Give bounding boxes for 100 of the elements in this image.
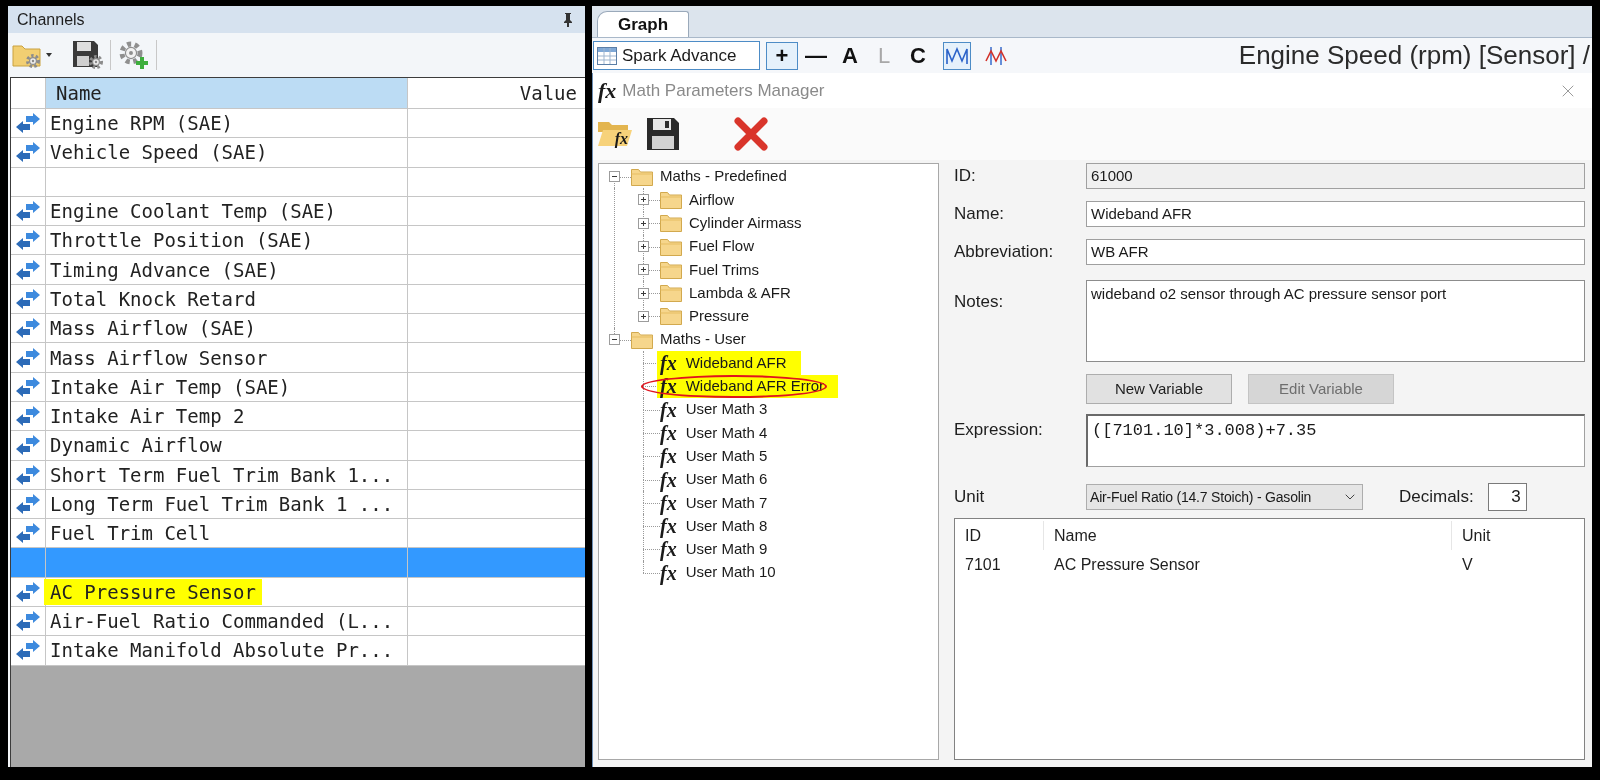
channel-name: Intake Manifold Absolute Pr... [50, 638, 394, 664]
tree-item[interactable]: Cylinder Airmass [689, 212, 802, 235]
variable-button[interactable]: New Variable [1086, 374, 1232, 404]
tree-item[interactable]: User Math 9 [678, 537, 782, 562]
tree-item[interactable]: User Math 10 [678, 561, 790, 585]
tree-item[interactable]: Airflow [689, 188, 734, 212]
left-right-arrows-icon [16, 230, 40, 251]
channel-name: Short Term Fuel Trim Bank 1... [50, 462, 394, 488]
function-glyph: fx [659, 515, 678, 538]
field-label: ID: [954, 165, 976, 188]
channel-name: Vehicle Speed (SAE) [50, 140, 268, 166]
folder-icon [660, 284, 682, 303]
function-glyph: fx [614, 131, 628, 147]
minus-box-icon[interactable] [608, 171, 620, 183]
function-glyph: fx [659, 421, 678, 445]
channel-row[interactable]: Timing Advance (SAE) [11, 255, 585, 285]
channel-row[interactable]: Throttle Position (SAE) [11, 226, 585, 256]
text-field[interactable]: WB AFR [1086, 239, 1585, 265]
text-field[interactable]: 61000 [1086, 163, 1585, 189]
column-header[interactable]: Name [46, 78, 408, 108]
channel-row[interactable]: Air-Fuel Ratio Commanded (L... [11, 607, 585, 637]
channel-row[interactable]: Engine RPM (SAE) [11, 109, 585, 139]
tree-item[interactable]: Pressure [689, 305, 750, 328]
channel-row[interactable]: AC Pressure Sensor [11, 577, 585, 608]
tree-item[interactable]: Maths - User [660, 328, 746, 351]
tree-item[interactable]: User Math 4 [678, 421, 782, 445]
channel-row[interactable]: Short Term Fuel Trim Bank 1... [11, 460, 585, 490]
channel-row[interactable]: Dynamic Airflow [11, 431, 585, 461]
plus-box-icon[interactable] [637, 194, 649, 206]
channel-row[interactable]: Intake Air Temp 2 [11, 401, 585, 432]
toolbar-button[interactable]: + [766, 41, 798, 70]
decimals-field[interactable]: 3 [1487, 483, 1527, 511]
left-right-arrows-icon [16, 523, 40, 544]
left-right-arrows-icon [16, 581, 40, 602]
delete-button[interactable] [733, 117, 768, 151]
function-glyph: fx [659, 468, 678, 492]
toolbar-button[interactable]: C [902, 41, 934, 70]
channel-row[interactable]: Intake Air Temp (SAE) [11, 372, 585, 402]
toolbar-button[interactable]: A [834, 41, 866, 70]
x-mark-icon [733, 117, 768, 151]
tree-item[interactable]: User Math 7 [678, 491, 782, 515]
minus-box-icon[interactable] [608, 334, 620, 346]
chart-mode-button[interactable] [943, 41, 971, 70]
tree-item[interactable]: Fuel Flow [689, 235, 755, 258]
channel-row[interactable]: Intake Manifold Absolute Pr... [11, 636, 585, 666]
folder-icon [597, 119, 633, 147]
channel-name: Mass Airflow (SAE) [50, 316, 256, 342]
channel-row[interactable]: Vehicle Speed (SAE) [11, 138, 585, 168]
plus-box-icon[interactable] [637, 310, 649, 322]
left-right-arrows-icon [16, 464, 40, 485]
channel-name: AC Pressure Sensor [44, 578, 262, 605]
open-button[interactable]: fx [597, 117, 633, 151]
column-header[interactable]: Unit [1452, 523, 1491, 548]
channel-row[interactable]: Total Knock Retard [11, 284, 585, 315]
function-glyph: fx [659, 398, 678, 422]
tree-item[interactable]: User Math 6 [678, 467, 782, 492]
notes-field[interactable]: wideband o2 sensor through AC pressure sensor port [1086, 280, 1585, 362]
channel-row[interactable]: Long Term Fuel Trim Bank 1 ... [11, 489, 585, 520]
plus-box-icon[interactable] [637, 217, 649, 229]
field-label: Name: [954, 203, 1005, 226]
field-label: Notes: [954, 291, 1004, 313]
axis-title: Engine Speed (rpm) [Sensor] / [1238, 39, 1590, 72]
left-right-arrows-icon [16, 259, 40, 280]
field-label: Expression: [954, 419, 1043, 441]
table-cell-text: V [1461, 554, 1473, 575]
pin-icon[interactable] [563, 12, 573, 27]
left-right-arrows-icon [16, 376, 40, 397]
plus-box-icon[interactable] [637, 287, 649, 299]
expression-field[interactable]: ([7101.10]*3.008)+7.35 [1086, 414, 1585, 467]
text-field[interactable]: Wideband AFR [1086, 201, 1585, 227]
channel-row[interactable]: Engine Coolant Temp (SAE) [11, 196, 585, 227]
folder-icon [660, 307, 682, 326]
toolbar-button[interactable]: — [800, 41, 832, 70]
column-header[interactable]: ID [955, 523, 981, 548]
channel-row[interactable]: Fuel Trim Cell [11, 519, 585, 549]
column-header[interactable]: Name [1044, 523, 1097, 548]
channel-row[interactable]: Mass Airflow Sensor [11, 343, 585, 373]
tab[interactable]: Graph [597, 11, 689, 37]
tree-item[interactable]: User Math 8 [678, 514, 782, 538]
tree-item[interactable]: Fuel Trims [689, 258, 759, 282]
save-button[interactable] [645, 117, 680, 151]
dialog-title: Math Parameters Manager [622, 79, 825, 102]
channel-name: Engine Coolant Temp (SAE) [50, 199, 336, 225]
tree-item[interactable]: Wideband AFR [678, 351, 801, 375]
zigzag-bars-icon [985, 46, 1007, 65]
unit-select[interactable]: Air-Fuel Ratio (14.7 Stoich) - Gasolin [1086, 484, 1363, 510]
table-select-button[interactable]: Spark Advance [593, 41, 760, 70]
plus-box-icon[interactable] [637, 241, 649, 253]
channel-row[interactable]: Mass Airflow (SAE) [11, 314, 585, 344]
left-right-arrows-icon [16, 113, 40, 134]
channel-name: Intake Air Temp (SAE) [50, 374, 291, 400]
tree-item[interactable]: Maths - Predefined [660, 165, 787, 188]
plus-box-icon[interactable] [637, 264, 649, 276]
tree-item[interactable]: User Math 5 [678, 444, 782, 468]
tree-item[interactable]: User Math 3 [678, 397, 782, 422]
channel-name: Fuel Trim Cell [50, 521, 211, 547]
caret-icon [46, 53, 52, 57]
tree-item[interactable]: Lambda & AFR [689, 281, 791, 305]
left-right-arrows-icon [16, 406, 40, 427]
folder-icon [660, 237, 682, 256]
